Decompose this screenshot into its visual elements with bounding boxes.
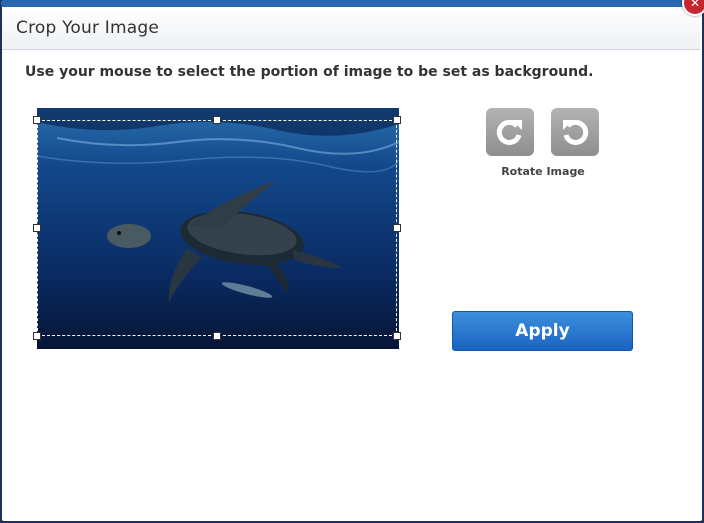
apply-button[interactable]: Apply — [452, 311, 633, 351]
crop-handle-bottom-left[interactable] — [33, 332, 41, 340]
dialog-title: Crop Your Image — [16, 18, 160, 38]
crop-handle-bottom-right[interactable] — [393, 332, 401, 340]
rotate-counterclockwise-button[interactable] — [551, 108, 599, 156]
rotate-clockwise-icon — [496, 119, 522, 145]
crop-handle-top[interactable] — [213, 116, 221, 124]
crop-handle-top-right[interactable] — [393, 116, 401, 124]
crop-handle-bottom[interactable] — [213, 332, 221, 340]
crop-handle-top-left[interactable] — [33, 116, 41, 124]
dialog-titlebar: Crop Your Image — [2, 7, 700, 50]
rotate-clockwise-button[interactable] — [486, 108, 534, 156]
rotate-image-label: Rotate Image — [501, 165, 585, 178]
rotate-counterclockwise-icon — [563, 119, 589, 145]
crop-handle-left[interactable] — [33, 224, 41, 232]
crop-handle-right[interactable] — [393, 224, 401, 232]
crop-selection[interactable] — [37, 120, 397, 336]
crop-instruction: Use your mouse to select the portion of … — [25, 64, 594, 80]
